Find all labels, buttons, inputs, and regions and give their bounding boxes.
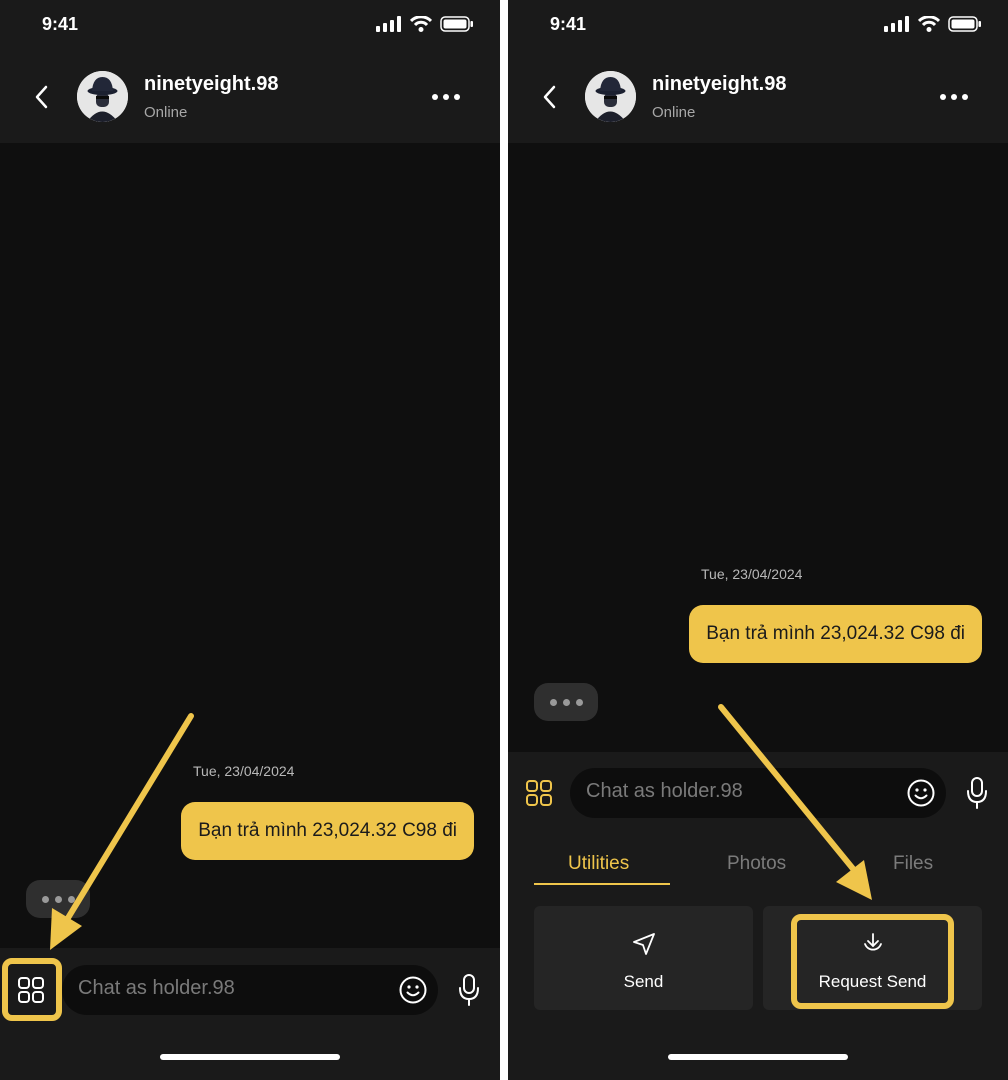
date-separator: Tue, 23/04/2024 xyxy=(193,763,295,779)
date-separator: Tue, 23/04/2024 xyxy=(701,566,803,582)
chat-header: ninetyeight.98 Online xyxy=(0,50,500,143)
avatar[interactable] xyxy=(585,71,636,122)
chat-input-wrapper xyxy=(62,965,438,1015)
signal-icon xyxy=(376,16,401,32)
back-icon[interactable] xyxy=(30,83,54,111)
message-bubble: Bạn trả mình 23,024.32 C98 đi xyxy=(181,802,474,860)
chat-input-wrapper xyxy=(570,768,946,818)
wifi-icon xyxy=(918,16,940,32)
microphone-icon[interactable] xyxy=(965,776,989,810)
battery-icon xyxy=(440,16,473,32)
more-options-icon[interactable] xyxy=(940,94,968,100)
send-icon xyxy=(632,933,655,955)
chat-input[interactable] xyxy=(586,780,876,803)
left-screen: 9:41 ninetyeight.98 Online Tue, 23/04/20… xyxy=(0,0,500,1080)
typing-indicator xyxy=(26,880,90,918)
chat-input[interactable] xyxy=(78,977,368,1000)
presence-status: Online xyxy=(144,104,188,121)
home-indicator xyxy=(160,1054,340,1060)
typing-indicator xyxy=(534,683,598,721)
send-button[interactable]: Send xyxy=(534,906,753,1010)
pointer-arrow xyxy=(50,713,194,950)
chat-header: ninetyeight.98 Online xyxy=(508,50,1008,143)
active-tab-indicator xyxy=(534,883,670,885)
send-label: Send xyxy=(623,972,664,991)
wifi-icon xyxy=(410,16,432,32)
status-time: 9:41 xyxy=(42,14,79,34)
avatar[interactable] xyxy=(77,71,128,122)
battery-icon xyxy=(948,16,981,32)
emoji-icon[interactable] xyxy=(398,975,428,1005)
apps-grid-icon[interactable] xyxy=(524,778,554,808)
contact-name: ninetyeight.98 xyxy=(652,73,787,95)
tab-files[interactable]: Files xyxy=(893,853,933,875)
status-bar: 9:41 xyxy=(0,0,500,50)
signal-icon xyxy=(884,16,909,32)
home-indicator xyxy=(668,1054,848,1060)
apps-button-highlight xyxy=(2,958,62,1021)
right-screen: 9:41 ninetyeight.98 Online Tue, 23/04/20… xyxy=(508,0,1008,1080)
panel-tabs: Utilities Photos Files xyxy=(508,845,1008,890)
request-send-highlight xyxy=(791,914,954,1009)
message-bubble: Bạn trả mình 23,024.32 C98 đi xyxy=(689,605,982,663)
contact-name: ninetyeight.98 xyxy=(144,73,279,95)
presence-status: Online xyxy=(652,104,696,121)
status-time: 9:41 xyxy=(550,14,587,34)
microphone-icon[interactable] xyxy=(457,973,481,1007)
emoji-icon[interactable] xyxy=(906,778,936,808)
input-bar xyxy=(0,948,500,1080)
more-options-icon[interactable] xyxy=(432,94,460,100)
back-icon[interactable] xyxy=(538,83,562,111)
tab-photos[interactable]: Photos xyxy=(727,853,786,875)
status-bar: 9:41 xyxy=(508,0,1008,50)
tab-utilities[interactable]: Utilities xyxy=(568,853,629,875)
